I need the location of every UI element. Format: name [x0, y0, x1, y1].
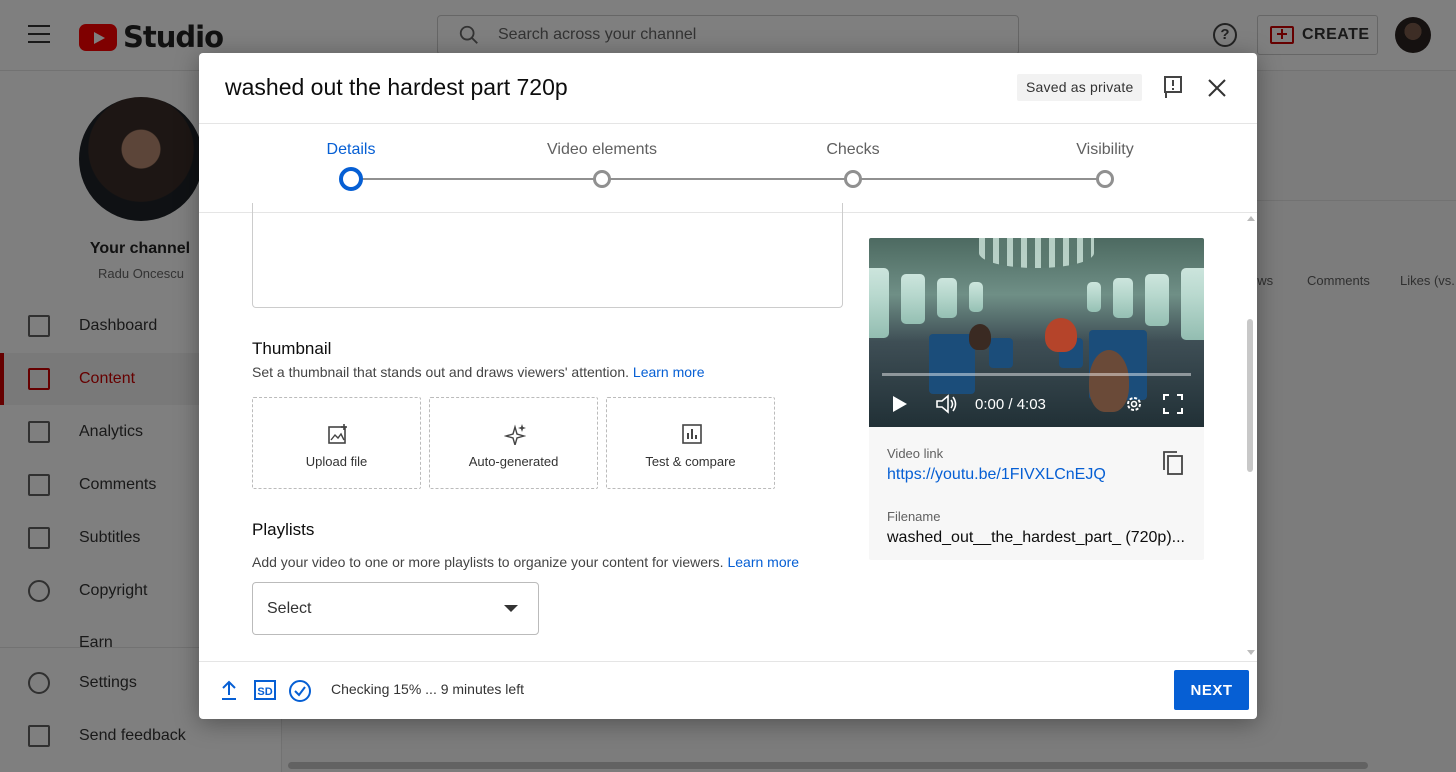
- upload-status-text: Checking 15% ... 9 minutes left: [331, 681, 524, 697]
- volume-icon[interactable]: [935, 394, 959, 414]
- thumbnail-learn-more-link[interactable]: Learn more: [633, 364, 705, 380]
- chevron-down-icon: [504, 605, 518, 612]
- playlist-select-value: Select: [267, 600, 312, 617]
- video-frame-window: [901, 274, 925, 324]
- next-button[interactable]: NEXT: [1174, 670, 1249, 710]
- video-frame-window: [1145, 274, 1169, 326]
- tab-checks[interactable]: Checks: [773, 141, 933, 159]
- playlists-heading: Playlists: [252, 520, 315, 539]
- upload-details-dialog: washed out the hardest part 720p Saved a…: [199, 53, 1257, 719]
- video-frame-person: [969, 324, 991, 350]
- sparkle-icon: [504, 424, 526, 445]
- playlists-learn-more-link[interactable]: Learn more: [727, 554, 799, 570]
- step-dot-details[interactable]: [339, 167, 363, 191]
- scroll-thumb[interactable]: [1247, 319, 1253, 472]
- video-link-label: Video link: [887, 446, 944, 461]
- upload-file-button[interactable]: Upload file: [252, 397, 421, 489]
- step-dot-checks[interactable]: [844, 170, 862, 188]
- step-dot-visibility[interactable]: [1096, 170, 1114, 188]
- footer-divider: [199, 661, 1257, 662]
- upload-file-label: Upload file: [305, 454, 368, 469]
- scroll-down-arrow[interactable]: [1247, 650, 1255, 655]
- upload-icon[interactable]: [220, 679, 238, 701]
- video-controls: 0:00 / 4:03: [869, 388, 1204, 420]
- playlist-select[interactable]: Select: [252, 582, 539, 635]
- dialog-title: washed out the hardest part 720p: [225, 74, 568, 100]
- video-frame-seat: [929, 334, 975, 394]
- copy-icon[interactable]: [1162, 450, 1184, 476]
- video-frame-window: [1181, 268, 1204, 340]
- scroll-up-arrow[interactable]: [1247, 216, 1255, 221]
- video-frame-window: [869, 268, 889, 338]
- sd-badge-text: SD: [257, 686, 272, 698]
- video-preview-panel: 0:00 / 4:03 Video link https://youtu.be/…: [869, 238, 1204, 560]
- auto-generated-label: Auto-generated: [468, 454, 559, 469]
- stepper-track: [359, 178, 1104, 180]
- saved-status-badge: Saved as private: [1017, 74, 1143, 101]
- thumbnail-description: Set a thumbnail that stands out and draw…: [252, 364, 705, 380]
- test-compare-button[interactable]: Test & compare: [606, 397, 775, 489]
- play-icon[interactable]: [893, 396, 907, 412]
- filename-label: Filename: [887, 509, 941, 524]
- filename-value: washed_out__the_hardest_part_ (720p)...: [887, 529, 1185, 546]
- video-frame-seat: [989, 338, 1013, 368]
- sd-quality-icon[interactable]: SD: [254, 679, 276, 701]
- tab-video-elements[interactable]: Video elements: [522, 141, 682, 159]
- bar-chart-icon: [682, 424, 702, 444]
- upload-image-icon: [328, 424, 347, 444]
- tab-details[interactable]: Details: [271, 141, 431, 159]
- video-frame-ceiling: [979, 238, 1094, 268]
- thumbnail-heading: Thumbnail: [252, 339, 332, 358]
- video-link[interactable]: https://youtu.be/1FIVXLCnEJQ: [887, 466, 1106, 484]
- fullscreen-icon[interactable]: [1163, 394, 1183, 414]
- video-progress-bar[interactable]: [882, 373, 1191, 376]
- video-player[interactable]: 0:00 / 4:03: [869, 238, 1204, 427]
- step-dot-video-elements[interactable]: [593, 170, 611, 188]
- video-frame-window: [937, 278, 957, 318]
- header-divider: [199, 123, 1257, 124]
- playlists-description: Add your video to one or more playlists …: [252, 554, 799, 570]
- video-frame-window: [1113, 278, 1133, 318]
- thumbnail-description-text: Set a thumbnail that stands out and draw…: [252, 364, 630, 380]
- auto-generated-button[interactable]: Auto-generated: [429, 397, 598, 489]
- video-frame-window: [969, 282, 983, 312]
- video-frame-window: [1087, 282, 1101, 312]
- checks-status-icon[interactable]: [288, 679, 312, 703]
- test-compare-label: Test & compare: [645, 454, 736, 469]
- close-icon[interactable]: [1207, 78, 1227, 98]
- playlists-description-text: Add your video to one or more playlists …: [252, 554, 724, 570]
- gear-icon[interactable]: [1123, 393, 1145, 415]
- video-frame-person: [1045, 318, 1077, 352]
- video-time: 0:00 / 4:03: [975, 396, 1046, 413]
- tab-visibility[interactable]: Visibility: [1025, 141, 1185, 159]
- report-issue-icon[interactable]: [1163, 76, 1183, 98]
- description-textarea[interactable]: [252, 203, 843, 308]
